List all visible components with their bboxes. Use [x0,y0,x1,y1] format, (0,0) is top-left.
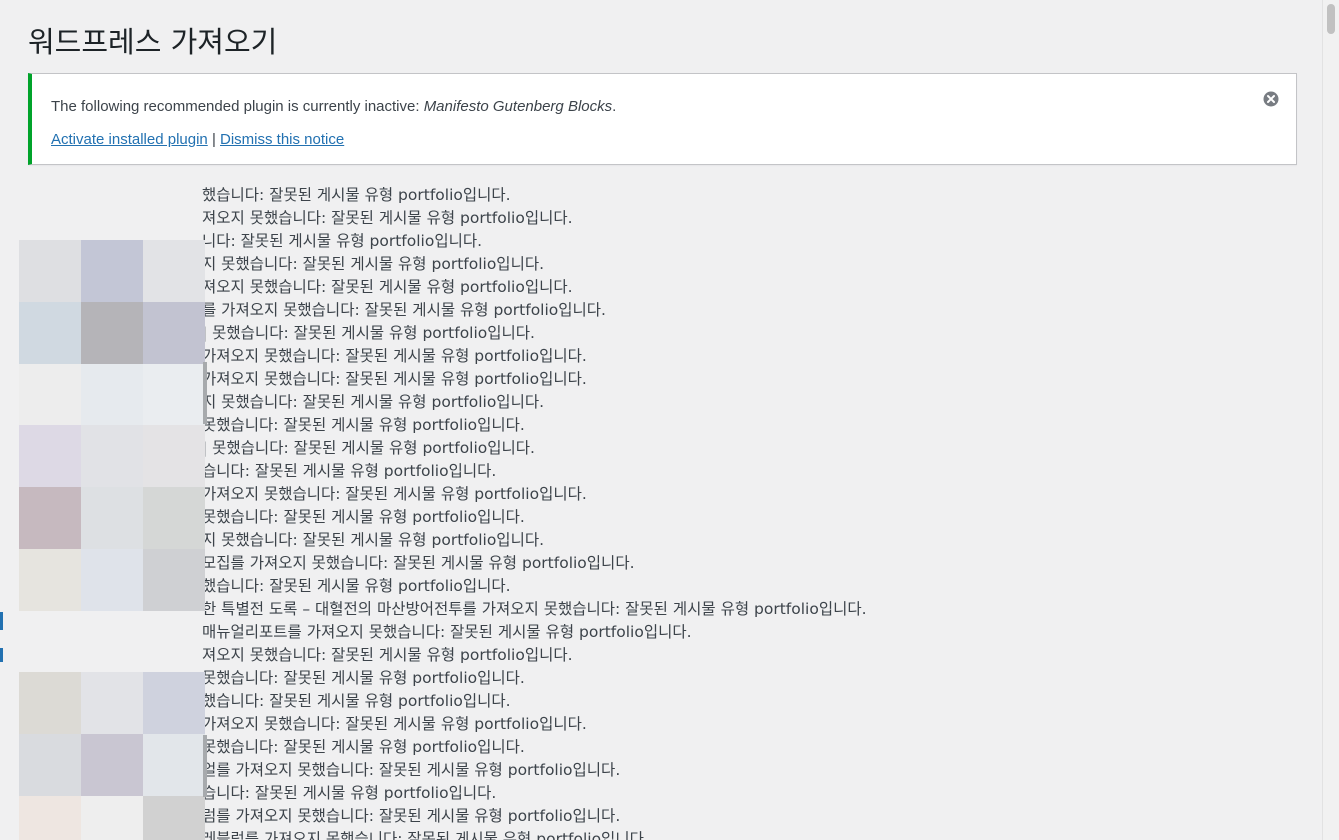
mosaic-cell [19,425,81,487]
mosaic-cell [81,796,143,840]
log-line: 져오지 못했습니다: 잘못된 게시물 유형 portfolio입니다. [202,646,573,664]
log-line: | 못했습니다: 잘못된 게시물 유형 portfolio입니다. [202,439,535,457]
mosaic-cell [81,672,143,734]
log-line: 지 못했습니다: 잘못된 게시물 유형 portfolio입니다. [202,531,545,549]
log-line: 가져오지 못했습니다: 잘못된 게시물 유형 portfolio입니다. [202,715,587,733]
notice-plugin-name: Manifesto Gutenberg Blocks [423,98,613,115]
log-line: 레블럼를 가져오지 못했습니다: 잘못된 게시물 유형 portfolio입니다… [202,830,649,840]
notice-message: The following recommended plugin is curr… [51,98,616,115]
mosaic-cell [19,487,81,549]
mosaic-cell [19,549,81,611]
log-line: 럼를 가져오지 못했습니다: 잘못된 게시물 유형 portfolio입니다. [202,807,621,825]
log-line: 모집를 가져오지 못했습니다: 잘못된 게시물 유형 portfolio입니다. [202,554,635,572]
divider [0,612,3,630]
log-line: 가져오지 못했습니다: 잘못된 게시물 유형 portfolio입니다. [202,370,587,388]
mosaic-cell [19,364,81,426]
log-line: 했습니다: 잘못된 게시물 유형 portfolio입니다. [202,577,511,595]
log-line: | 못했습니다: 잘못된 게시물 유형 portfolio입니다. [202,324,535,342]
main-content: 워드프레스 가져오기 The following recommended plu… [0,0,1322,840]
log-line: 니다: 잘못된 게시물 유형 portfolio입니다. [202,232,483,250]
log-line: 져오지 못했습니다: 잘못된 게시물 유형 portfolio입니다. [202,278,573,296]
log-line: 한 특별전 도록 – 대혈전의 마산방어전투를 가져오지 못했습니다: 잘못된 … [202,600,867,618]
log-line: 습니다: 잘못된 게시물 유형 portfolio입니다. [202,784,497,802]
log-line: 지 못했습니다: 잘못된 게시물 유형 portfolio입니다. [202,255,545,273]
mosaic-cell [143,796,205,840]
dismiss-notice-link[interactable]: Dismiss this notice [220,131,344,148]
log-line: 를 가져오지 못했습니다: 잘못된 게시물 유형 portfolio입니다. [202,301,606,319]
log-line: 못했습니다: 잘못된 게시물 유형 portfolio입니다. [202,508,525,526]
log-line: 지 못했습니다: 잘못된 게시물 유형 portfolio입니다. [202,393,545,411]
scrollbar-thumb[interactable] [1327,4,1335,34]
log-line: 가져오지 못했습니다: 잘못된 게시물 유형 portfolio입니다. [202,347,587,365]
mosaic-cell [143,487,205,549]
log-line: 못했습니다: 잘못된 게시물 유형 portfolio입니다. [202,738,525,756]
notice-links: Activate installed plugin | Dismiss this… [51,131,344,148]
mosaic-cell [143,549,205,611]
divider [203,362,207,424]
mosaic-cell [143,425,205,487]
mosaic-cell [81,364,143,426]
activate-plugin-link[interactable]: Activate installed plugin [51,131,208,148]
mosaic-cell [143,364,205,426]
mosaic-cell [19,796,81,840]
scrollbar[interactable] [1322,0,1339,840]
log-line: 매뉴얼리포트를 가져오지 못했습니다: 잘못된 게시물 유형 portfolio… [202,623,692,641]
mosaic-cell [19,302,81,364]
mosaic-cell [81,549,143,611]
log-line: 했습니다: 잘못된 게시물 유형 portfolio입니다. [202,186,511,204]
mosaic-cell [81,734,143,796]
mosaic-cell [81,240,143,302]
log-line: 못했습니다: 잘못된 게시물 유형 portfolio입니다. [202,669,525,687]
divider [203,735,207,797]
pixelated-image-block [19,672,205,840]
mosaic-cell [19,240,81,302]
mosaic-cell [19,734,81,796]
log-line: 습니다: 잘못된 게시물 유형 portfolio입니다. [202,462,497,480]
plugin-notice: The following recommended plugin is curr… [28,73,1297,165]
pixelated-image-block [19,425,205,611]
notice-separator: | [211,131,216,148]
mosaic-cell [143,240,205,302]
log-line: 못했습니다: 잘못된 게시물 유형 portfolio입니다. [202,416,525,434]
close-circle-icon[interactable] [1263,91,1279,107]
page-title: 워드프레스 가져오기 [28,25,278,59]
mosaic-cell [143,734,205,796]
log-line: 져오지 못했습니다: 잘못된 게시물 유형 portfolio입니다. [202,209,573,227]
notice-message-prefix: The following recommended plugin is curr… [51,98,424,115]
mosaic-cell [81,302,143,364]
mosaic-cell [143,672,205,734]
divider [0,648,3,662]
mosaic-cell [81,487,143,549]
pixelated-image-block [19,240,205,426]
log-line: 얼를 가져오지 못했습니다: 잘못된 게시물 유형 portfolio입니다. [202,761,621,779]
notice-message-suffix: . [612,98,617,115]
log-line: 가져오지 못했습니다: 잘못된 게시물 유형 portfolio입니다. [202,485,587,503]
log-line: 했습니다: 잘못된 게시물 유형 portfolio입니다. [202,692,511,710]
mosaic-cell [81,425,143,487]
mosaic-cell [143,302,205,364]
mosaic-cell [19,672,81,734]
